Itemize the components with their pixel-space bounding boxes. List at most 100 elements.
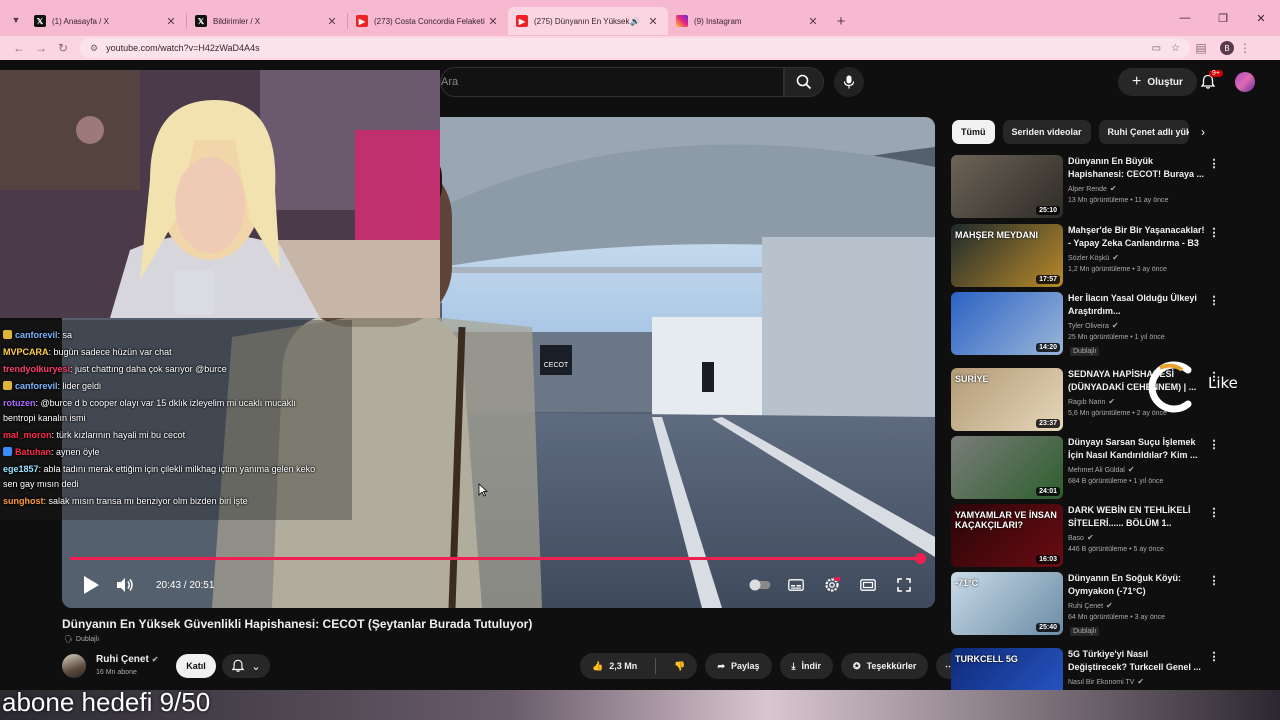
more-vertical-icon[interactable]: ⋮ bbox=[1209, 506, 1220, 520]
voice-search-button[interactable] bbox=[834, 67, 864, 97]
address-bar[interactable]: ⚙ youtube.com/watch?v=H42zWaD4A4s ▭ ☆ bbox=[80, 38, 1190, 58]
recommendation-channel[interactable]: Sözler Köşkü ✔ bbox=[1068, 253, 1119, 262]
video-thumbnail[interactable]: YAMYAMLAR VE İNSAN KAÇAKÇILARI? 16:03 bbox=[951, 504, 1063, 567]
chip-all[interactable]: Tümü bbox=[952, 120, 995, 144]
speaker-icon[interactable]: 🔊 bbox=[630, 17, 640, 26]
video-thumbnail[interactable]: SURİYE 23:37 bbox=[951, 368, 1063, 431]
recommendation-meta: 13 Mn görüntüleme • 11 ay önce bbox=[1068, 197, 1169, 204]
youtube-logo-icon: ▶ bbox=[516, 15, 528, 27]
recommendation-item[interactable]: MAHŞER MEYDANI 17:57 Mahşer'de Bir Bir Yaş… bbox=[951, 224, 1231, 288]
browser-tab-active[interactable]: ▶ (275) Dünyanın En Yüksek 🔊 ✕ bbox=[508, 7, 668, 35]
more-vertical-icon[interactable]: ⋮ bbox=[1209, 574, 1220, 588]
dubbed-badge: Dublajlı bbox=[1070, 347, 1100, 356]
chat-text: : aynen öyle bbox=[51, 447, 100, 457]
recommendation-item[interactable]: YAMYAMLAR VE İNSAN KAÇAKÇILARI? 16:03 DARK… bbox=[951, 504, 1231, 568]
close-tab-icon[interactable]: ✕ bbox=[806, 15, 820, 28]
play-button[interactable] bbox=[74, 568, 108, 602]
search-input[interactable]: Ara bbox=[440, 67, 784, 97]
recommendation-channel[interactable]: Mehmet Ali Güldal ✔ bbox=[1068, 465, 1135, 474]
reload-icon[interactable]: ↻ bbox=[52, 37, 74, 59]
close-window-icon[interactable]: ✕ bbox=[1242, 6, 1280, 30]
close-tab-icon[interactable]: ✕ bbox=[486, 15, 500, 28]
recommendation-item[interactable]: -71°C 25:40 Dünyanın En Soğuk Köyü: Oymyak… bbox=[951, 572, 1231, 636]
recommendation-item[interactable]: 14:20 Her İlacın Yasal Olduğu Ülkeyi Araş… bbox=[951, 292, 1231, 356]
recommendation-channel[interactable]: Baso ✔ bbox=[1068, 533, 1094, 542]
bookmark-star-icon[interactable]: ☆ bbox=[1171, 43, 1180, 54]
recommendation-channel[interactable]: Tyler Oliveira ✔ bbox=[1068, 321, 1119, 330]
recommendation-title[interactable]: Her İlacın Yasal Olduğu Ülkeyi Araştırdı… bbox=[1068, 292, 1208, 318]
more-vertical-icon[interactable]: ⋮ bbox=[1209, 650, 1220, 664]
thanks-button[interactable]: ✪ Teşekkürler bbox=[841, 653, 929, 679]
join-button[interactable]: Katıl bbox=[176, 654, 216, 678]
channel-name[interactable]: Ruhi Çenet ✔ bbox=[96, 654, 158, 665]
close-tab-icon[interactable]: ✕ bbox=[325, 15, 339, 28]
video-thumbnail[interactable]: -71°C 25:40 bbox=[951, 572, 1063, 635]
recommendation-channel[interactable]: Nasıl Bir Ekonomi TV ✔ bbox=[1068, 677, 1144, 686]
browser-tab[interactable]: 𝕏 Bildirimler / X ✕ bbox=[187, 7, 347, 35]
dislike-button[interactable]: 👎 bbox=[662, 653, 697, 679]
video-thumbnail[interactable]: 25:10 bbox=[951, 155, 1063, 218]
back-icon[interactable]: ← bbox=[8, 37, 30, 59]
recommendation-channel[interactable]: Alper Rende ✔ bbox=[1068, 184, 1117, 193]
video-thumbnail[interactable]: 14:20 bbox=[951, 292, 1063, 355]
settings-button[interactable] bbox=[815, 568, 849, 602]
recommendation-title[interactable]: Mahşer'de Bir Bir Yaşanacaklar! - Yapay … bbox=[1068, 224, 1208, 250]
recommendation-item[interactable]: 24:01 Dünyayı Sarsan Suçu İşlemek İçin Na… bbox=[951, 436, 1231, 500]
autoplay-toggle[interactable] bbox=[743, 568, 777, 602]
more-vertical-icon[interactable]: ⋮ bbox=[1209, 438, 1220, 452]
close-tab-icon[interactable]: ✕ bbox=[164, 15, 178, 28]
recommendation-channel-name: Nasıl Bir Ekonomi TV bbox=[1068, 679, 1135, 686]
recommendation-title[interactable]: Dünyanın En Büyük Hapishanesi: CECOT! Bu… bbox=[1068, 155, 1208, 181]
close-tab-icon[interactable]: ✕ bbox=[646, 15, 660, 28]
browser-tab[interactable]: (9) Instagram ✕ bbox=[668, 7, 828, 35]
chevron-right-icon[interactable]: › bbox=[1195, 124, 1211, 140]
download-button[interactable]: ⤓ İndir bbox=[779, 653, 834, 679]
cast-icon[interactable]: ▭ bbox=[1152, 43, 1161, 54]
chip-uploader[interactable]: Ruhi Çenet adlı yükleyici bbox=[1098, 120, 1189, 144]
subtitles-button[interactable] bbox=[779, 568, 813, 602]
browser-menu-icon[interactable]: ⋮ bbox=[1234, 37, 1256, 59]
video-thumbnail[interactable]: 24:01 bbox=[951, 436, 1063, 499]
chip-series[interactable]: Seriden videolar bbox=[1002, 120, 1091, 144]
new-tab-button[interactable]: + bbox=[828, 8, 854, 34]
browser-profile-avatar[interactable]: B bbox=[1220, 41, 1234, 55]
scrubber-handle[interactable] bbox=[915, 553, 926, 564]
share-button[interactable]: ➦ Paylaş bbox=[705, 653, 772, 679]
theater-mode-button[interactable] bbox=[851, 568, 885, 602]
channel-avatar[interactable] bbox=[62, 654, 86, 678]
more-vertical-icon[interactable]: ⋮ bbox=[1209, 294, 1220, 308]
like-button[interactable]: 👍 2,3 Mn bbox=[580, 653, 649, 679]
recommendation-title[interactable]: Dünyanın En Soğuk Köyü: Oymyakon (-71°C) bbox=[1068, 572, 1208, 598]
recommendation-item[interactable]: 25:10 Dünyanın En Büyük Hapishanesi: CECO… bbox=[951, 155, 1231, 219]
extensions-icon[interactable]: ▤ bbox=[1190, 37, 1212, 59]
create-button[interactable]: + Oluştur bbox=[1118, 68, 1197, 96]
tab-search-icon[interactable]: ▼ bbox=[6, 10, 26, 30]
subscription-notifications-button[interactable]: ⌄ bbox=[222, 654, 270, 678]
restore-icon[interactable]: ❐ bbox=[1204, 6, 1242, 30]
forward-icon[interactable]: → bbox=[30, 37, 52, 59]
search-button[interactable] bbox=[784, 67, 824, 97]
volume-button[interactable] bbox=[108, 568, 142, 602]
minimize-icon[interactable]: — bbox=[1166, 6, 1204, 30]
mouse-cursor-icon bbox=[478, 483, 488, 497]
browser-tab[interactable]: ▶ (273) Costa Concordia Felaketi ✕ bbox=[348, 7, 508, 35]
recommendation-channel[interactable]: Ruhi Çenet ✔ bbox=[1068, 601, 1113, 610]
more-vertical-icon[interactable]: ⋮ bbox=[1209, 157, 1220, 171]
recommendation-channel[interactable]: Ragıb Narin ✔ bbox=[1068, 397, 1115, 406]
video-thumbnail[interactable]: MAHŞER MEYDANI 17:57 bbox=[951, 224, 1063, 287]
recommendation-channel-name: Ragıb Narin bbox=[1068, 399, 1106, 406]
site-info-icon[interactable]: ⚙ bbox=[90, 43, 98, 54]
recommendation-channel-name: Tyler Oliveira bbox=[1068, 323, 1109, 330]
more-vertical-icon[interactable]: ⋮ bbox=[1209, 226, 1220, 240]
account-avatar[interactable] bbox=[1235, 72, 1255, 92]
fullscreen-button[interactable] bbox=[887, 568, 921, 602]
chat-text: : türk kızlarının hayali mi bu cecot bbox=[51, 430, 186, 440]
progress-bar[interactable] bbox=[70, 557, 920, 560]
recommendation-title[interactable]: Dünyayı Sarsan Suçu İşlemek İçin Nasıl K… bbox=[1068, 436, 1208, 462]
recommendation-title[interactable]: 5G Türkiye'yi Nasıl Değiştirecek? Turkce… bbox=[1068, 648, 1208, 674]
browser-tab[interactable]: 𝕏 (1) Anasayfa / X ✕ bbox=[26, 7, 186, 35]
screen: ▼ 𝕏 (1) Anasayfa / X ✕ 𝕏 Bildirimler / X… bbox=[0, 0, 1280, 720]
notifications-button[interactable]: 9+ bbox=[1196, 70, 1223, 94]
recommendation-title[interactable]: DARK WEBİN EN TEHLİKELİ SİTELERİ...... B… bbox=[1068, 504, 1208, 530]
volume-icon bbox=[117, 578, 133, 592]
